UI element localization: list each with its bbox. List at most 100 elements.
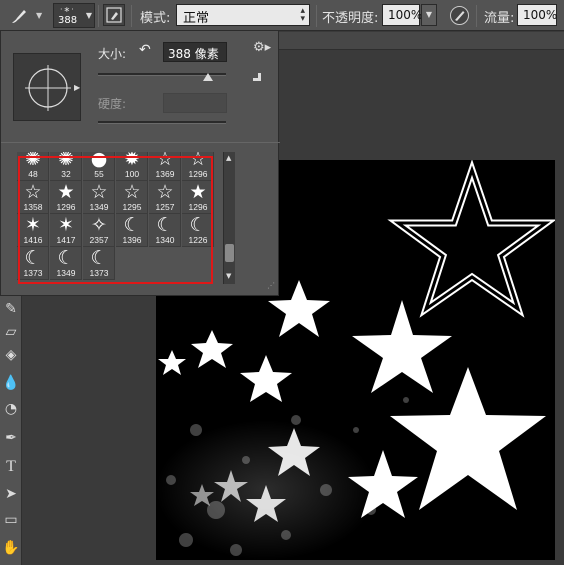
brush-size-label: 1257 [155, 202, 175, 212]
scroll-up-icon[interactable]: ▲ [226, 154, 231, 162]
resize-grip-icon[interactable]: ⋰ [267, 281, 275, 290]
brush-preset-item[interactable]: ☾ 1349 [50, 247, 82, 280]
size-label: 大小: [98, 47, 127, 61]
brush-preset-item[interactable]: ☾ 1340 [149, 214, 181, 247]
dodge-tool-icon[interactable]: ◔ [2, 400, 20, 418]
paint-bucket-tool-icon[interactable]: ◈ [2, 346, 20, 364]
brush-size-label: 1349 [89, 202, 109, 212]
brush-tip-icon: ✺ [58, 152, 74, 170]
brush-preset-item[interactable]: ★ 1296 [50, 181, 82, 214]
toolbox: ✎ ▱ ◈ 💧 ◔ ✒ T ➤ ▭ ✋ [0, 296, 22, 565]
brush-preset-item[interactable]: ✧ 2357 [83, 214, 115, 247]
brush-tip-icon: ·∗· [60, 5, 75, 14]
brush-tip-icon: ★ [57, 181, 75, 203]
brush-tip-icon: ☾ [123, 214, 141, 236]
brush-tip-icon: ☆ [90, 181, 108, 203]
chevron-down-icon: ▼ [85, 11, 92, 20]
divider [476, 5, 477, 27]
scrollbar-thumb[interactable] [225, 244, 234, 262]
updown-arrows-icon: ▴ ▾ [300, 6, 305, 24]
brush-size-label: 1396 [122, 235, 142, 245]
brush-panel-toggle-button[interactable] [103, 4, 125, 26]
brush-size-label: 1340 [155, 235, 175, 245]
document-tab-bar [279, 32, 564, 50]
path-selection-tool-icon[interactable]: ➤ [2, 485, 20, 503]
brush-size-label: 1373 [89, 268, 109, 278]
preset-scrollbar[interactable]: ▲ ▼ [223, 152, 235, 284]
preview-handle-icon: ▶ [74, 83, 81, 92]
divider [1, 142, 280, 143]
brush-size-label: 1295 [122, 202, 142, 212]
brush-tip-icon: ☾ [189, 214, 207, 236]
pen-tool-icon[interactable]: ✒ [2, 429, 20, 447]
brush-tip-icon: ✶ [25, 214, 41, 236]
brush-panel-icon [106, 7, 122, 23]
blur-tool-icon[interactable]: 💧 [2, 374, 20, 392]
brush-preset-item[interactable]: ☆ 1295 [116, 181, 148, 214]
gear-icon[interactable]: ⚙▸ [253, 40, 271, 55]
brush-tip-icon: ☾ [156, 214, 174, 236]
brush-tip-icon: ☆ [189, 152, 207, 170]
brush-preset-item[interactable]: ✺ 48 [17, 152, 49, 181]
brush-preset-item[interactable]: ✶ 1416 [17, 214, 49, 247]
blend-mode-value: 正常 [183, 11, 210, 26]
brush-tip-icon: ☆ [24, 181, 42, 203]
size-slider-thumb[interactable] [203, 73, 214, 81]
brush-preset-item[interactable]: ☆ 1349 [83, 181, 115, 214]
brush-tip-icon: ● [90, 152, 108, 170]
brush-angle-preview[interactable] [13, 53, 81, 121]
brush-preset-item[interactable]: ✶ 1417 [50, 214, 82, 247]
hardness-label: 硬度: [98, 97, 127, 111]
brush-tip-icon: ☆ [156, 181, 174, 203]
reset-size-icon[interactable]: ↶ [139, 42, 151, 58]
blend-mode-select[interactable]: 正常 ▴ ▾ [176, 4, 310, 26]
opacity-input[interactable]: 100% [382, 4, 422, 26]
brush-size-label: 55 [94, 169, 104, 179]
brush-preset-grid: ✺ 48 ✺ 32 ● 55 ✹ 100 ☆ 1369 ☆ 1296 ☆ 1358 ★ 1296 ☆ 1349 ☆ 1… [13, 152, 223, 284]
hand-tool-icon[interactable]: ✋ [2, 539, 20, 557]
brush-tip-icon: ☾ [57, 247, 75, 269]
brush-size-label: 1369 [155, 169, 175, 179]
opacity-slider-button[interactable]: ▼ [421, 4, 437, 26]
rectangle-tool-icon[interactable]: ▭ [2, 511, 20, 529]
history-brush-tool-icon[interactable]: ✎ [2, 300, 20, 318]
brush-size-label: 100 [124, 169, 140, 179]
brush-tip-icon: ☆ [123, 181, 141, 203]
eraser-tool-icon[interactable]: ▱ [2, 323, 20, 341]
brush-preset-item[interactable]: ✺ 32 [50, 152, 82, 181]
brush-preset-item[interactable]: ✹ 100 [116, 152, 148, 181]
size-input[interactable]: 388 像素 [163, 42, 227, 62]
pressure-opacity-icon[interactable] [449, 5, 470, 26]
brush-preset-item[interactable]: ☆ 1358 [17, 181, 49, 214]
brush-size-label: 1296 [188, 202, 208, 212]
brush-preset-item[interactable]: ☾ 1226 [182, 214, 214, 247]
divider [316, 5, 317, 27]
brush-preset-item[interactable]: ☾ 1373 [17, 247, 49, 280]
brush-tip-icon: ✧ [91, 214, 107, 236]
brush-tip-icon: ✶ [58, 214, 74, 236]
flow-input[interactable]: 100% [517, 4, 557, 26]
brush-preset-item[interactable]: ● 55 [83, 152, 115, 181]
brush-tip-icon: ☆ [156, 152, 174, 170]
brush-preset-item[interactable]: ☆ 1296 [182, 152, 214, 181]
brush-size-label: 32 [61, 169, 71, 179]
brush-tip-icon: ✺ [25, 152, 41, 170]
new-preset-icon[interactable] [252, 72, 262, 82]
brush-size-label: 1349 [56, 268, 76, 278]
hardness-slider-track [98, 121, 226, 124]
brush-preset-item[interactable]: ☆ 1257 [149, 181, 181, 214]
brush-preset-item[interactable]: ★ 1296 [182, 181, 214, 214]
scroll-down-icon[interactable]: ▼ [226, 272, 231, 280]
brush-tip-icon: ☾ [90, 247, 108, 269]
type-tool-icon[interactable]: T [2, 458, 20, 476]
brush-size-label: 1416 [23, 235, 43, 245]
options-bar: ▼ ·∗· 388 ▼ 模式: 正常 ▴ ▾ 不透明度: 100% ▼ 流量: 1… [0, 0, 564, 31]
brush-preset-item[interactable]: ☾ 1396 [116, 214, 148, 247]
divider [131, 5, 132, 27]
brush-preset-item[interactable]: ☆ 1369 [149, 152, 181, 181]
tool-preset-chevron-icon[interactable]: ▼ [36, 11, 42, 20]
brush-size-label: 1296 [188, 169, 208, 179]
brush-preset-item[interactable]: ☾ 1373 [83, 247, 115, 280]
brush-preset-picker[interactable]: ·∗· 388 ▼ [53, 3, 95, 28]
brush-tool-icon[interactable] [8, 6, 30, 26]
